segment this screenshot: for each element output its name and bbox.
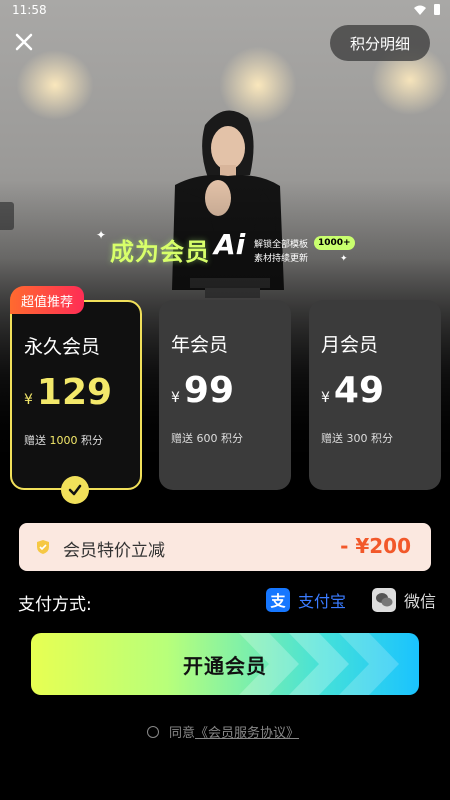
promo-line1: 解锁全部模板 <box>254 240 309 250</box>
plan-card-lifetime[interactable]: 永久会员 ¥ 129 赠送 1000 积分 <box>10 300 142 490</box>
plan-name: 永久会员 <box>24 336 101 358</box>
gift-prefix: 赠送 <box>24 434 46 447</box>
plan-price: ¥ 99 <box>171 370 234 411</box>
wifi-icon <box>414 5 426 15</box>
price-amount: 129 <box>36 372 113 413</box>
service-agreement-link[interactable]: 《会员服务协议》 <box>195 726 299 741</box>
battery-icon <box>434 4 440 15</box>
plan-list: 永久会员 ¥ 129 赠送 1000 积分 年会员 ¥ 99 赠送 600 积分… <box>0 300 450 492</box>
alipay-icon: 支 <box>266 588 290 612</box>
currency-symbol: ¥ <box>24 392 33 408</box>
discount-value: - ¥200 <box>340 534 411 558</box>
promo-banner: ✦ 成为会员 Ai 解锁全部模板 素材持续更新 1000+ ✦ <box>96 226 356 272</box>
gift-prefix: 赠送 <box>171 432 193 445</box>
gift-points: 600 <box>196 432 218 445</box>
agreement-row: 同意《会员服务协议》 <box>147 722 299 741</box>
promo-ai-logo: Ai <box>214 228 246 261</box>
plan-card-monthly[interactable]: 月会员 ¥ 49 赠送 300 积分 <box>309 300 441 490</box>
status-bar: 11:58 <box>0 0 450 22</box>
wechat-icon <box>372 588 396 612</box>
payment-method-label: 支付方式: <box>18 595 92 615</box>
payment-option-alipay[interactable]: 支 支付宝 <box>266 588 346 612</box>
close-icon[interactable] <box>12 30 36 54</box>
cta-label: 开通会员 <box>183 653 267 678</box>
gift-suffix: 积分 <box>221 432 243 445</box>
gift-points: 300 <box>346 432 368 445</box>
plan-price: ¥ 49 <box>321 370 384 411</box>
promo-line2: 素材持续更新 <box>254 254 309 264</box>
discount-shield-icon <box>37 540 49 554</box>
currency-symbol: ¥ <box>321 390 330 406</box>
gift-suffix: 积分 <box>81 434 103 447</box>
plan-gift: 赠送 300 积分 <box>321 430 393 446</box>
sparkle-icon: ✦ <box>96 228 107 242</box>
promo-badge: 1000+ <box>314 236 355 250</box>
gift-suffix: 积分 <box>371 432 393 445</box>
plan-price: ¥ 129 <box>24 372 112 413</box>
selected-check-icon <box>61 476 89 504</box>
alipay-label: 支付宝 <box>298 592 347 611</box>
plan-gift: 赠送 600 积分 <box>171 430 243 446</box>
plan-card-yearly[interactable]: 年会员 ¥ 99 赠送 600 积分 <box>159 300 291 490</box>
discount-banner: 会员特价立减 - ¥200 <box>19 523 431 571</box>
agree-radio[interactable] <box>147 725 159 738</box>
promo-headline: 成为会员 <box>110 238 210 266</box>
price-amount: 99 <box>183 370 235 411</box>
open-membership-button[interactable]: 开通会员 <box>31 633 419 695</box>
gift-prefix: 赠送 <box>321 432 343 445</box>
sparkle-icon: ✦ <box>340 254 348 264</box>
plan-name: 年会员 <box>171 334 229 356</box>
points-detail-button[interactable]: 积分明细 <box>330 25 430 61</box>
wechat-label: 微信 <box>404 592 437 611</box>
recommend-tag: 超值推荐 <box>10 286 84 314</box>
payment-option-wechat[interactable]: 微信 <box>372 588 436 612</box>
status-time: 11:58 <box>12 3 47 17</box>
discount-label: 会员特价立减 <box>63 541 165 561</box>
plan-gift: 赠送 1000 积分 <box>24 432 103 448</box>
gift-points: 1000 <box>49 434 78 447</box>
currency-symbol: ¥ <box>171 390 180 406</box>
agree-prefix: 同意 <box>169 726 196 741</box>
plan-name: 月会员 <box>321 334 379 356</box>
status-icons <box>414 4 440 15</box>
price-amount: 49 <box>333 370 385 411</box>
